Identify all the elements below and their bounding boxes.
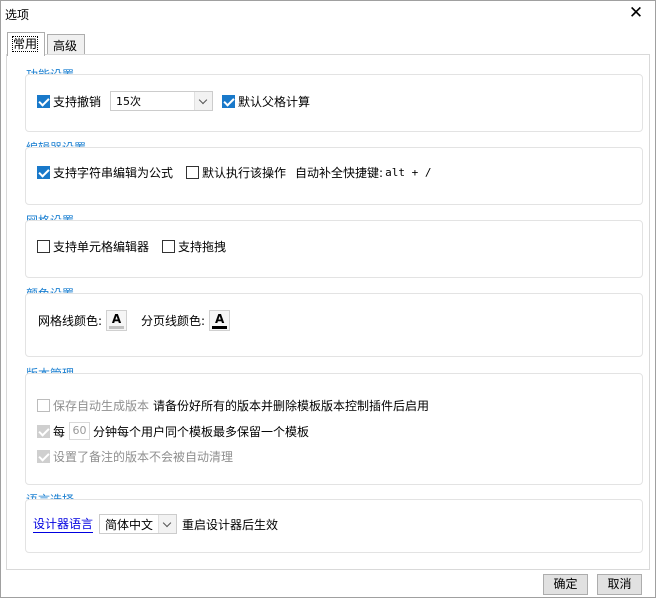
drag-label: 支持拖拽: [178, 240, 227, 254]
auto-version-note: 请备份好所有的版本并删除模板版本控制插件后启用: [153, 399, 430, 413]
font-color-icon: A: [111, 311, 122, 326]
drag-checkbox[interactable]: [162, 240, 176, 253]
autocomplete-label: 自动补全快捷键:: [295, 166, 384, 180]
string-formula-checkbox[interactable]: [37, 166, 50, 179]
color-group: 网格线颜色: A 分页线颜色: A: [25, 293, 643, 357]
default-format-label: 默认父格计算: [238, 94, 311, 109]
color-row: 网格线颜色: A 分页线颜色: A: [38, 310, 231, 331]
pageline-color-button[interactable]: A: [209, 310, 231, 331]
features-group: 支持撤销 15次 默认父格计算: [25, 74, 643, 132]
retention-checkbox[interactable]: [37, 424, 50, 438]
cell-editor-checkbox[interactable]: [37, 240, 50, 253]
every-label: 每: [53, 424, 66, 439]
default-exec-checkbox[interactable]: [186, 166, 200, 179]
noted-row: 设置了备注的版本不会被自动清理: [37, 448, 233, 465]
cancel-button[interactable]: 取消: [597, 574, 642, 595]
restart-note: 重启设计器后生效: [182, 517, 279, 532]
editor-row: 支持字符串编辑为公式 默认执行该操作 自动补全快捷键: alt + /: [37, 164, 431, 181]
general-tab-panel: 功能设置 支持撤销 15次 默认父格计算 编辑器设置 支持字符串编辑为公式 默认…: [6, 54, 650, 570]
grid-group: 支持单元格编辑器 支持拖拽: [25, 220, 643, 278]
tab-general-label: 常用: [11, 36, 39, 52]
chevron-down-icon: [158, 515, 177, 533]
language-group: 设计器语言 简体中文 重启设计器后生效: [25, 499, 643, 553]
gridline-color-swatch: [109, 325, 125, 329]
undo-label: 支持撤销: [53, 94, 102, 109]
language-select[interactable]: 简体中文: [99, 514, 178, 534]
close-icon[interactable]: ✕: [627, 3, 645, 23]
pageline-color-label: 分页线颜色:: [141, 314, 206, 328]
version-group: 保存自动生成版本 请备份好所有的版本并删除模板版本控制插件后启用 每 60 分钟…: [25, 373, 643, 485]
undo-steps-value: 15次: [116, 95, 142, 108]
tab-advanced[interactable]: 高级: [47, 34, 85, 55]
font-color-icon: A: [214, 311, 225, 326]
undo-row: 支持撤销 15次 默认父格计算: [37, 91, 310, 111]
ok-button[interactable]: 确定: [543, 574, 588, 595]
language-select-value: 简体中文: [105, 517, 154, 532]
default-format-checkbox[interactable]: [222, 94, 236, 108]
autocomplete-shortcut: alt + /: [385, 166, 432, 179]
string-formula-label: 支持字符串编辑为公式: [53, 166, 174, 180]
gridline-color-label: 网格线颜色:: [38, 314, 103, 328]
auto-version-row: 保存自动生成版本 请备份好所有的版本并删除模板版本控制插件后启用: [37, 397, 429, 414]
noted-checkbox[interactable]: [37, 450, 50, 463]
title-bar: 选项 ✕: [1, 1, 655, 27]
auto-version-label: 保存自动生成版本: [53, 399, 150, 413]
undo-checkbox[interactable]: [37, 94, 50, 108]
minutes-suffix: 分钟每个用户同个模板最多保留一个模板: [93, 424, 310, 439]
default-exec-label: 默认执行该操作: [202, 166, 287, 180]
gridline-color-button[interactable]: A: [106, 310, 128, 331]
grid-row: 支持单元格编辑器 支持拖拽: [37, 238, 226, 255]
pageline-color-swatch: [212, 325, 228, 329]
tab-general[interactable]: 常用: [7, 32, 45, 56]
undo-steps-select[interactable]: 15次: [110, 91, 214, 111]
options-dialog: 选项 ✕ 常用 高级 功能设置 支持撤销 15次 默认父格计算 编: [0, 0, 656, 598]
window-title: 选项: [5, 8, 30, 22]
editor-group: 支持字符串编辑为公式 默认执行该操作 自动补全快捷键: alt + /: [25, 147, 643, 205]
cell-editor-label: 支持单元格编辑器: [53, 240, 150, 254]
language-row: 设计器语言 简体中文 重启设计器后生效: [33, 514, 278, 534]
designer-language-link[interactable]: 设计器语言: [33, 515, 94, 533]
noted-label: 设置了备注的版本不会被自动清理: [53, 450, 234, 464]
tab-advanced-label: 高级: [53, 39, 78, 53]
chevron-down-icon: [194, 92, 213, 110]
auto-version-checkbox[interactable]: [37, 399, 50, 412]
retention-row: 每 60 分钟每个用户同个模板最多保留一个模板: [37, 422, 309, 440]
minutes-input[interactable]: 60: [69, 422, 91, 440]
